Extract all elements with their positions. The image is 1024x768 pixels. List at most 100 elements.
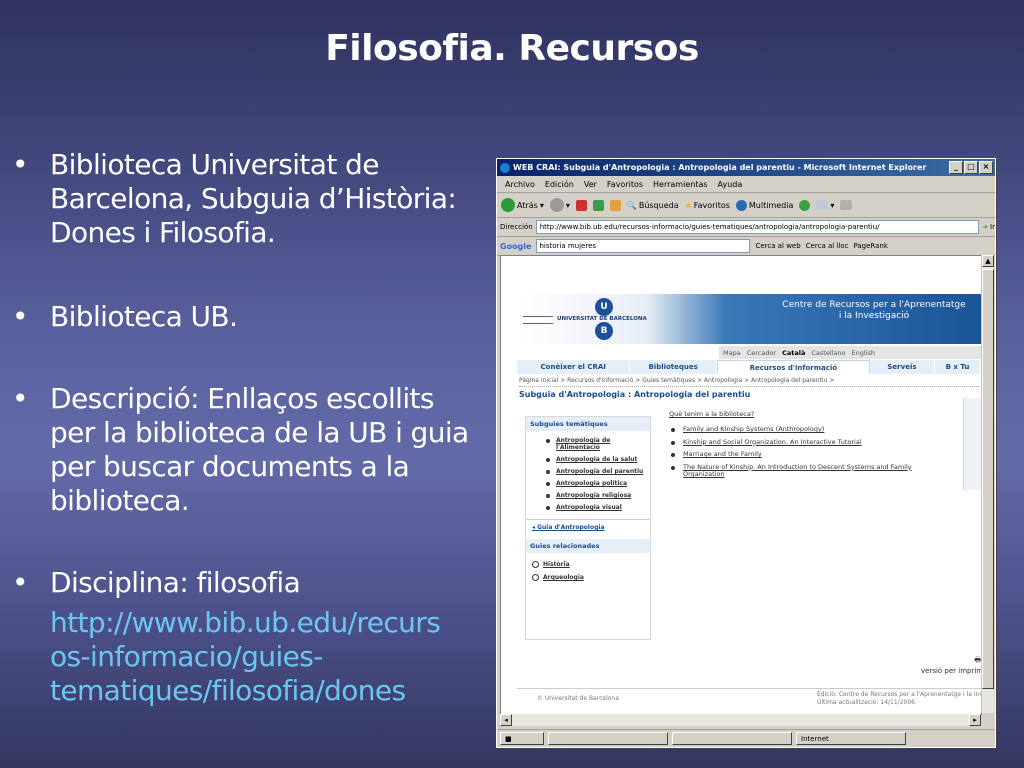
- address-input[interactable]: http://www.bib.ub.edu/recursos-informaci…: [535, 220, 979, 234]
- minimize-button[interactable]: _: [949, 161, 963, 174]
- related-label: Arqueologia: [543, 574, 584, 581]
- subguide-link[interactable]: Antropologia política: [546, 480, 650, 487]
- vertical-scrollbar[interactable]: ▲: [981, 255, 994, 713]
- crai-title: Centre de Recursos per a l'Aprenentatge …: [767, 300, 981, 322]
- stop-button[interactable]: [575, 199, 587, 211]
- subguide-link[interactable]: Antropologia de la salut: [546, 456, 650, 463]
- subguide-link[interactable]: Antropologia visual: [546, 504, 650, 511]
- menu-ver[interactable]: Ver: [584, 180, 597, 189]
- subguide-link[interactable]: Antropologia religiosa: [546, 492, 650, 499]
- taskbar-item[interactable]: [672, 732, 792, 745]
- address-label: Dirección: [500, 223, 533, 231]
- subguide-link[interactable]: Antropologia del parentiu: [546, 468, 650, 475]
- back-label: Atrás: [517, 200, 538, 210]
- bullet-text: Biblioteca Universitat de Barcelona, Sub…: [50, 148, 457, 249]
- related-link-historia[interactable]: Història: [526, 559, 650, 570]
- site-nav: Conèixer el CRAI Biblioteques Recursos d…: [517, 360, 981, 374]
- scroll-thumb[interactable]: [982, 269, 994, 689]
- bullet-text: Descripció: Enllaços escollits per la bi…: [50, 382, 469, 517]
- history-icon: [799, 199, 811, 211]
- scroll-left-icon[interactable]: ◂: [500, 714, 512, 726]
- start-button[interactable]: ■: [500, 732, 544, 745]
- bullet-list: • Biblioteca Universitat de Barcelona, Su…: [12, 148, 482, 708]
- building-icon: [523, 316, 553, 324]
- go-button[interactable]: ➔ Ir: [982, 223, 995, 231]
- footer-edition-line: Edició: Centre de Recursos per a l'Apren…: [817, 691, 981, 698]
- print-button[interactable]: [840, 200, 853, 210]
- google-logo[interactable]: Google: [500, 242, 531, 251]
- google-web-search-button[interactable]: Cerca al web: [755, 242, 800, 250]
- multimedia-button[interactable]: Multimedia: [735, 199, 793, 211]
- guide-link-label: Guia d'Antropologia: [537, 524, 605, 531]
- crai-title-line1: Centre de Recursos per a l'Aprenentatge: [782, 300, 966, 310]
- menu-bar: Archivo Edición Ver Favoritos Herramient…: [497, 176, 995, 193]
- bullet-item: • Biblioteca Universitat de Barcelona, Su…: [12, 148, 482, 250]
- resource-item[interactable]: Kinship and Social Organization. An Inte…: [671, 438, 949, 447]
- forward-button[interactable]: ▾: [549, 198, 570, 212]
- related-link-arqueologia[interactable]: Arqueologia: [526, 572, 650, 583]
- scroll-right-icon[interactable]: ▸: [969, 714, 981, 726]
- resource-item[interactable]: Family and Kinship Systems (Anthropology…: [671, 425, 949, 434]
- go-label: Ir: [990, 223, 995, 231]
- bullet-item: • Disciplina: filosofia http://www.bib.ub…: [12, 566, 482, 708]
- go-arrow-icon: ➔: [981, 223, 988, 231]
- menu-edicion[interactable]: Edición: [545, 180, 574, 189]
- guide-link[interactable]: ◂ Guia d'Antropologia: [526, 519, 650, 535]
- resource-link[interactable]: http://www.bib.ub.edu/recursos-informaci…: [50, 606, 455, 708]
- nav-coneixer[interactable]: Conèixer el CRAI: [517, 360, 631, 374]
- resource-item[interactable]: Marriage and the Family: [671, 450, 949, 459]
- google-search-input[interactable]: historia mujeres: [536, 239, 751, 253]
- menu-favoritos[interactable]: Favoritos: [607, 180, 643, 189]
- related-label: Història: [543, 561, 570, 568]
- status-bar: ■ Internet: [497, 729, 995, 747]
- mail-button[interactable]: ▾: [816, 200, 834, 210]
- lang-english[interactable]: English: [852, 349, 875, 357]
- bullet-text: Disciplina: filosofia: [50, 566, 301, 599]
- refresh-button[interactable]: [592, 199, 604, 211]
- back-button[interactable]: Atrás ▾: [501, 198, 544, 212]
- ie-icon: [500, 162, 510, 173]
- menu-ayuda[interactable]: Ayuda: [718, 180, 743, 189]
- bullet-item: • Descripció: Enllaços escollits per la b…: [12, 382, 482, 518]
- scroll-up-icon[interactable]: ▲: [982, 255, 994, 267]
- nav-biblioteques[interactable]: Biblioteques: [630, 360, 717, 374]
- resource-item[interactable]: The Nature of Kinship. An Introduction t…: [671, 463, 949, 479]
- resources-list: Family and Kinship Systems (Anthropology…: [669, 425, 949, 479]
- window-titlebar[interactable]: WEB CRAI: Subguia d'Antropologia : Antro…: [497, 159, 995, 176]
- nav-recursos[interactable]: Recursos d'informació: [716, 360, 870, 374]
- library-question-link[interactable]: Què tenim a la biblioteca?: [669, 410, 949, 418]
- close-button[interactable]: ×: [979, 161, 993, 174]
- search-button[interactable]: 🔍 Búsqueda: [627, 201, 679, 210]
- favorites-button[interactable]: ★ Favoritos: [685, 201, 730, 210]
- nav-bxtu[interactable]: B x Tu: [935, 360, 981, 374]
- home-button[interactable]: [609, 199, 621, 211]
- forward-arrow-icon: [549, 198, 564, 212]
- mail-icon: [816, 200, 829, 210]
- horizontal-scrollbar[interactable]: ◂ ▸: [500, 714, 981, 726]
- bullet-text: Biblioteca UB.: [50, 300, 238, 333]
- nav-serveis[interactable]: Serveis: [869, 360, 936, 374]
- taskbar-item[interactable]: Internet: [796, 732, 906, 745]
- ub-seal-icon: B: [595, 322, 613, 340]
- search-link[interactable]: Cercador: [747, 349, 776, 357]
- menu-archivo[interactable]: Archivo: [505, 180, 535, 189]
- taskbar-item[interactable]: [548, 732, 668, 745]
- bullet-dot: •: [12, 148, 29, 181]
- ub-logo[interactable]: U UNIVERSITAT DE BARCELONA B: [523, 298, 655, 340]
- map-link[interactable]: Mapa: [723, 349, 741, 357]
- maximize-button[interactable]: □: [964, 161, 978, 174]
- bullet-item: • Biblioteca UB.: [12, 300, 482, 334]
- print-version-link[interactable]: 🖶 versió per imprimir: [921, 656, 981, 675]
- side-box: [963, 398, 981, 490]
- printer-icon: 🖶: [974, 656, 981, 664]
- lang-castellano[interactable]: Castellano: [811, 349, 845, 357]
- resources-panel: Què tenim a la biblioteca? Family and Ki…: [669, 410, 949, 484]
- stop-icon: [575, 199, 587, 211]
- toolbar: Atrás ▾ ▾ 🔍 Búsqueda ★ Favoritos Multimedi…: [497, 193, 995, 218]
- menu-herramientas[interactable]: Herramientas: [653, 180, 708, 189]
- lang-catala[interactable]: Català: [782, 349, 805, 357]
- history-button[interactable]: [799, 199, 811, 211]
- internet-zone-label: Internet: [801, 735, 829, 743]
- google-site-search-button[interactable]: Cerca al lloc: [806, 242, 849, 250]
- subguide-link[interactable]: Antropologia de l'Alimentació: [546, 437, 650, 451]
